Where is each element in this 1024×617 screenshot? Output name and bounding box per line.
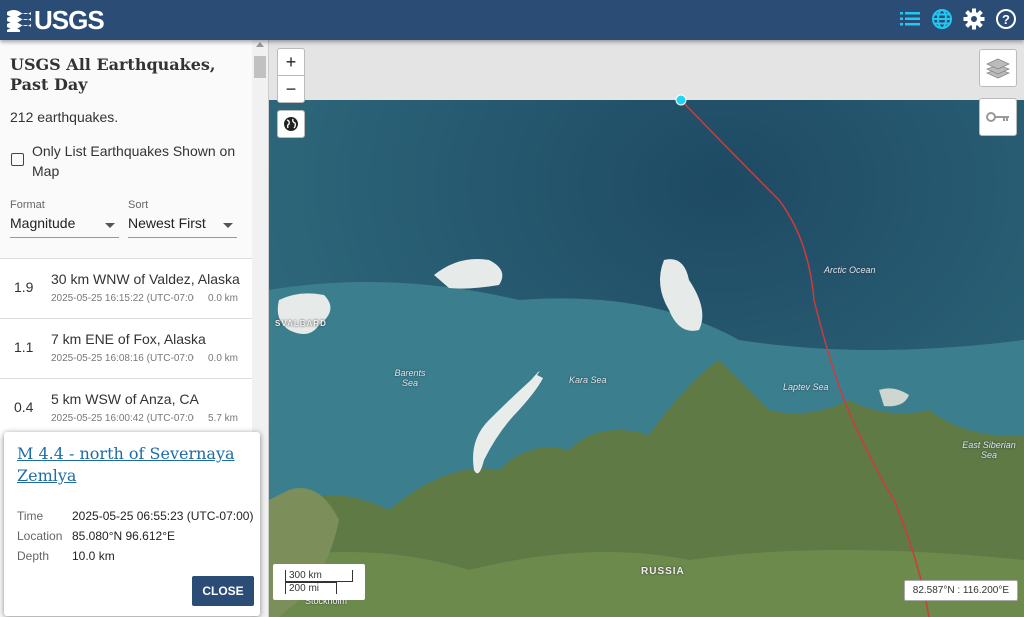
chevron-down-icon (223, 223, 233, 228)
location-value: 85.080°N 96.612°E (72, 529, 176, 543)
scale-mi: 200 mi (289, 583, 320, 594)
page-title: USGS All Earthquakes, Past Day (10, 55, 216, 94)
depth-label: Depth (17, 549, 50, 563)
satellite-basemap (269, 40, 1024, 617)
logo-text: USGS (34, 4, 105, 35)
popup-depth-row: Depth 10.0 km (17, 549, 115, 563)
magnitude: 1.1 (14, 339, 34, 355)
only-list-label: Only List Earthquakes Shown on Map (32, 143, 236, 179)
close-button[interactable]: CLOSE (192, 576, 254, 606)
layers-icon (986, 58, 1010, 79)
earthquake-marker-selected[interactable] (674, 93, 688, 107)
sort-label: Sort (128, 199, 149, 211)
label-laptev-sea: Laptev Sea (783, 382, 829, 392)
time-value: 2025-05-25 06:55:23 (UTC-07:00) (72, 509, 254, 523)
zoom-out-button[interactable]: − (277, 75, 305, 103)
list-item[interactable]: 1.9 30 km WNW of Valdez, Alaska 2025-05-… (0, 258, 252, 318)
chevron-down-icon (105, 223, 115, 228)
label-arctic-ocean: Arctic Ocean (824, 265, 876, 275)
svg-text:?: ? (1002, 12, 1010, 27)
place: 7 km ENE of Fox, Alaska (51, 331, 206, 347)
list-item[interactable]: 1.1 7 km ENE of Fox, Alaska 2025-05-25 1… (0, 318, 252, 378)
list-item[interactable]: 0.4 5 km WSW of Anza, CA 2025-05-25 16:0… (0, 378, 252, 438)
map-tile-loading-area (269, 40, 1024, 100)
sort-value: Newest First (128, 215, 206, 231)
scale-bar: 300 km 200 mi (273, 564, 365, 600)
time-label: Time (17, 509, 44, 523)
label-svalbard: SVALBARD (275, 319, 327, 328)
key-icon (986, 112, 1009, 122)
usgs-wave-icon (7, 10, 31, 32)
depth: 0.0 km (207, 353, 238, 364)
label-barents-sea: Barents Sea (394, 368, 426, 388)
scrollbar-thumb[interactable] (254, 56, 266, 78)
place: 5 km WSW of Anza, CA (51, 391, 199, 407)
globe-icon (284, 117, 298, 131)
popup-time-row: Time 2025-05-25 06:55:23 (UTC-07:00) (17, 509, 253, 523)
earthquake-list: 1.9 30 km WNW of Valdez, Alaska 2025-05-… (0, 258, 252, 438)
scale-km: 300 km (289, 570, 322, 581)
format-select[interactable]: Magnitude (10, 215, 119, 238)
earthquake-count: 212 earthquakes. (10, 109, 119, 125)
time: 2025-05-25 16:00:42 (UTC-07:00) (51, 413, 194, 424)
depth-value: 10.0 km (72, 549, 115, 563)
help-icon[interactable]: ? (994, 7, 1018, 31)
format-label: Format (10, 199, 45, 211)
time: 2025-05-25 16:08:16 (UTC-07:00) (51, 353, 194, 364)
magnitude: 0.4 (14, 399, 34, 415)
legend-key-button[interactable] (979, 98, 1017, 136)
map-view[interactable]: + − Arctic Ocean SVALBARD Barents Sea Ka… (269, 40, 1024, 617)
layers-button[interactable] (979, 49, 1017, 87)
only-list-on-map-option[interactable]: Only List Earthquakes Shown on Map (10, 141, 240, 181)
label-russia: RUSSIA (641, 566, 685, 577)
mouse-coordinates: 82.587°N : 116.200°E (903, 580, 1018, 601)
top-navigation-bar: USGS ? (0, 0, 1024, 40)
only-list-checkbox[interactable] (11, 153, 24, 166)
globe-icon[interactable] (930, 7, 954, 31)
earthquake-popup: M 4.4 - north of Severnaya Zemlya Time 20… (4, 432, 260, 616)
label-kara-sea: Kara Sea (569, 375, 607, 385)
format-value: Magnitude (10, 215, 76, 231)
label-east-siberian-sea: East Siberian Sea (962, 440, 1016, 460)
popup-title-link[interactable]: M 4.4 - north of Severnaya Zemlya (17, 443, 237, 487)
depth: 5.7 km (207, 413, 238, 424)
place: 30 km WNW of Valdez, Alaska (51, 271, 240, 287)
magnitude: 1.9 (14, 279, 34, 295)
world-view-button[interactable] (277, 110, 305, 138)
list-icon[interactable] (898, 7, 922, 31)
depth: 0.0 km (207, 293, 238, 304)
gear-icon[interactable] (962, 7, 986, 31)
sort-select[interactable]: Newest First (128, 215, 237, 238)
time: 2025-05-25 16:15:22 (UTC-07:00) (51, 293, 194, 304)
location-label: Location (17, 529, 63, 543)
popup-location-row: Location 85.080°N 96.612°E (17, 529, 175, 543)
usgs-logo[interactable]: USGS (6, 4, 105, 35)
zoom-in-button[interactable]: + (277, 48, 305, 76)
scroll-up-icon[interactable] (256, 42, 264, 47)
